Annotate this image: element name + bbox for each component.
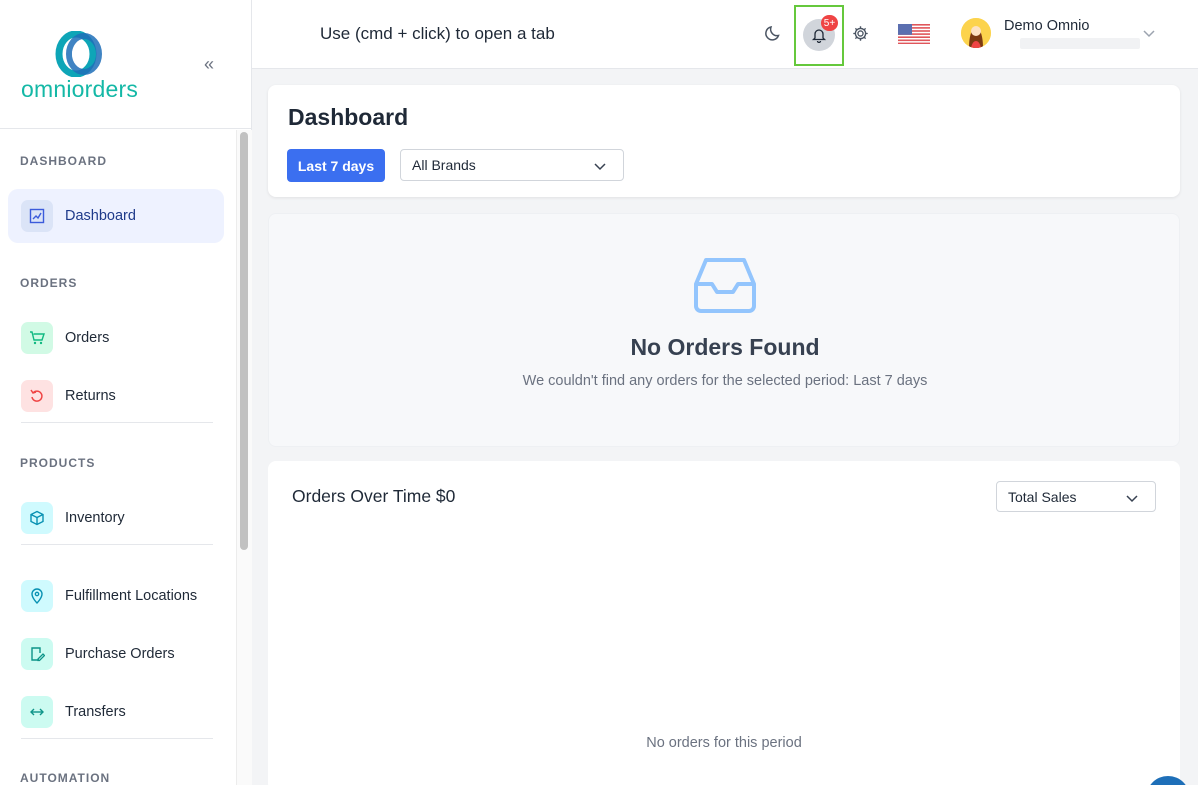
- section-title-orders: ORDERS: [20, 276, 78, 290]
- inbox-icon: [694, 258, 756, 313]
- metric-select[interactable]: Total Sales: [996, 481, 1156, 512]
- sidebar-item-inventory[interactable]: Inventory: [8, 491, 224, 545]
- section-title-dashboard: DASHBOARD: [20, 154, 107, 168]
- location-pin-icon: [21, 580, 53, 612]
- sidebar-item-label: Dashboard: [65, 208, 136, 224]
- sidebar-nav: DASHBOARD Dashboard ORDERS Orders Return…: [0, 130, 236, 785]
- omniorders-logo-icon: [55, 31, 102, 77]
- divider: [21, 738, 213, 739]
- sidebar-item-orders[interactable]: Orders: [8, 311, 224, 365]
- chevron-down-icon[interactable]: [1142, 26, 1156, 40]
- page-title: Dashboard: [288, 104, 409, 130]
- user-name[interactable]: Demo Omnio: [1004, 18, 1089, 34]
- sidebar-item-label: Fulfillment Locations: [65, 588, 198, 604]
- arrows-horizontal-icon: [21, 696, 53, 728]
- dashboard-header-card: Dashboard Last 7 days All Brands: [268, 85, 1180, 197]
- empty-state-title: No Orders Found: [630, 334, 820, 360]
- sidebar: omniorders « DASHBOARD Dashboard ORDERS …: [0, 0, 252, 785]
- divider: [21, 422, 213, 423]
- user-email-placeholder: [1020, 38, 1140, 49]
- open-tab-hint: Use (cmd + click) to open a tab: [320, 24, 555, 43]
- sidebar-item-label: Inventory: [65, 510, 125, 526]
- sidebar-item-returns[interactable]: Returns: [8, 369, 224, 423]
- chart-line-icon: [21, 200, 53, 232]
- gear-icon[interactable]: [852, 25, 869, 42]
- sidebar-scrollbar-thumb[interactable]: [240, 132, 248, 550]
- sidebar-item-label: Orders: [65, 330, 110, 346]
- document-edit-icon: [21, 638, 53, 670]
- collapse-sidebar-button[interactable]: «: [204, 54, 214, 75]
- cart-icon: [21, 322, 53, 354]
- topbar: Use (cmd + click) to open a tab 5+ Demo …: [252, 0, 1198, 69]
- logo-area: omniorders «: [0, 0, 251, 129]
- sidebar-item-transfers[interactable]: Transfers: [8, 685, 224, 739]
- moon-icon[interactable]: [763, 23, 783, 43]
- chart-title: Orders Over Time $0: [292, 486, 456, 506]
- period-button[interactable]: Last 7 days: [287, 149, 385, 182]
- orders-over-time-card: Orders Over Time $0 Total Sales No order…: [268, 461, 1180, 785]
- sidebar-item-label: Returns: [65, 388, 116, 404]
- empty-orders-card: No Orders Found We couldn't find any ord…: [268, 213, 1180, 447]
- brand-select-value: All Brands: [412, 157, 476, 173]
- section-title-products: PRODUCTS: [20, 456, 96, 470]
- notifications-highlight: 5+: [794, 5, 844, 66]
- return-icon: [21, 380, 53, 412]
- sidebar-item-label: Transfers: [65, 704, 126, 720]
- avatar[interactable]: [961, 18, 991, 48]
- empty-state-message: We couldn't find any orders for the sele…: [522, 373, 928, 389]
- sidebar-item-label: Purchase Orders: [65, 646, 175, 662]
- sidebar-item-fulfillment-locations[interactable]: Fulfillment Locations: [8, 569, 224, 623]
- brand-select[interactable]: All Brands: [400, 149, 624, 181]
- notification-badge: 5+: [821, 15, 838, 31]
- sidebar-item-dashboard[interactable]: Dashboard: [8, 189, 224, 243]
- sidebar-item-purchase-orders[interactable]: Purchase Orders: [8, 627, 224, 681]
- chart-empty-message: No orders for this period: [646, 735, 802, 751]
- metric-select-value: Total Sales: [1008, 488, 1077, 505]
- chevron-down-icon: [1126, 495, 1138, 503]
- box-icon: [21, 502, 53, 534]
- divider: [21, 544, 213, 545]
- section-title-automation: AUTOMATION: [20, 771, 111, 785]
- logo-text: omniorders: [21, 76, 139, 102]
- chevron-down-icon: [594, 163, 606, 171]
- us-flag-icon[interactable]: [898, 24, 930, 44]
